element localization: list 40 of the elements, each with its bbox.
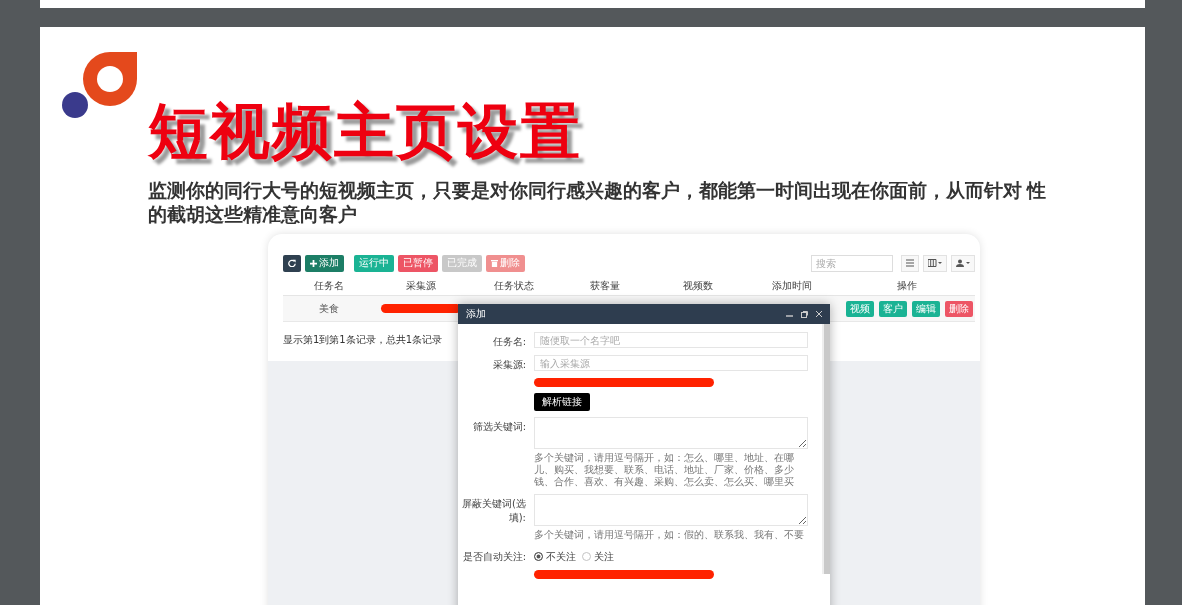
restore-icon[interactable]	[801, 310, 808, 318]
radio-icon[interactable]	[534, 552, 543, 561]
field-label: 采集源:	[491, 358, 526, 372]
export-button[interactable]	[951, 254, 975, 272]
scrollbar[interactable]	[822, 324, 830, 574]
radio-icon[interactable]	[582, 552, 591, 561]
status-button[interactable]: 已暂停	[398, 254, 438, 272]
close-icon[interactable]	[816, 311, 822, 317]
parse-link-button[interactable]: 解析链接	[534, 393, 590, 411]
slide-paragraph: 监测你的同行大号的短视频主页，只要是对你同行感兴趣的客户，都能第一时间出现在你面前，从而针对 性的截胡这些精准意向客户	[148, 179, 1047, 227]
add-button[interactable]: 添加	[305, 254, 344, 272]
trash-icon	[491, 259, 498, 267]
slide-title: 短视频主页设置	[148, 99, 583, 165]
columns-icon	[928, 259, 942, 267]
text-field[interactable]: 输入采集源	[534, 355, 808, 371]
field-label: 屏蔽关键词(选填):	[461, 497, 526, 525]
help-text: 多个关键词，请用逗号隔开，如：假的、联系我、我有、不要	[534, 529, 805, 541]
pagination-info: 显示第1到第1条记录，总共1条记录	[283, 333, 443, 347]
delete-button[interactable]: 删除	[486, 254, 525, 272]
logo-icon	[62, 52, 137, 118]
list-icon	[906, 259, 914, 267]
refresh-icon	[288, 259, 296, 267]
radio-option[interactable]: 不关注	[534, 549, 576, 564]
field-label: 筛选关键词:	[471, 420, 526, 434]
table-cell: 美食	[319, 301, 339, 316]
field-label: 是否自动关注:	[461, 550, 526, 564]
plus-icon	[310, 259, 317, 267]
dialog-title: 添加	[466, 307, 486, 321]
help-text: 多个关键词，请用逗号隔开，如：怎么、哪里、地址、在哪儿、购买、我想要、联系、电话、地址、厂家、价格、多少钱、合作、喜欢、有兴趣、采购、怎么卖、怎么买、哪里买	[534, 452, 795, 488]
user-icon	[956, 259, 970, 267]
refresh-button[interactable]	[283, 254, 301, 272]
columns-button[interactable]	[923, 254, 947, 272]
field-label: 任务名:	[491, 335, 526, 349]
action-button[interactable]: 编辑	[912, 300, 940, 317]
action-button[interactable]: 删除	[945, 300, 973, 317]
search-field[interactable]: 搜索	[811, 254, 893, 272]
action-button[interactable]: 客户	[879, 300, 907, 317]
radio-option[interactable]: 关注	[582, 549, 614, 564]
action-button[interactable]: 视频	[846, 300, 874, 317]
status-button[interactable]: 运行中	[354, 254, 394, 272]
